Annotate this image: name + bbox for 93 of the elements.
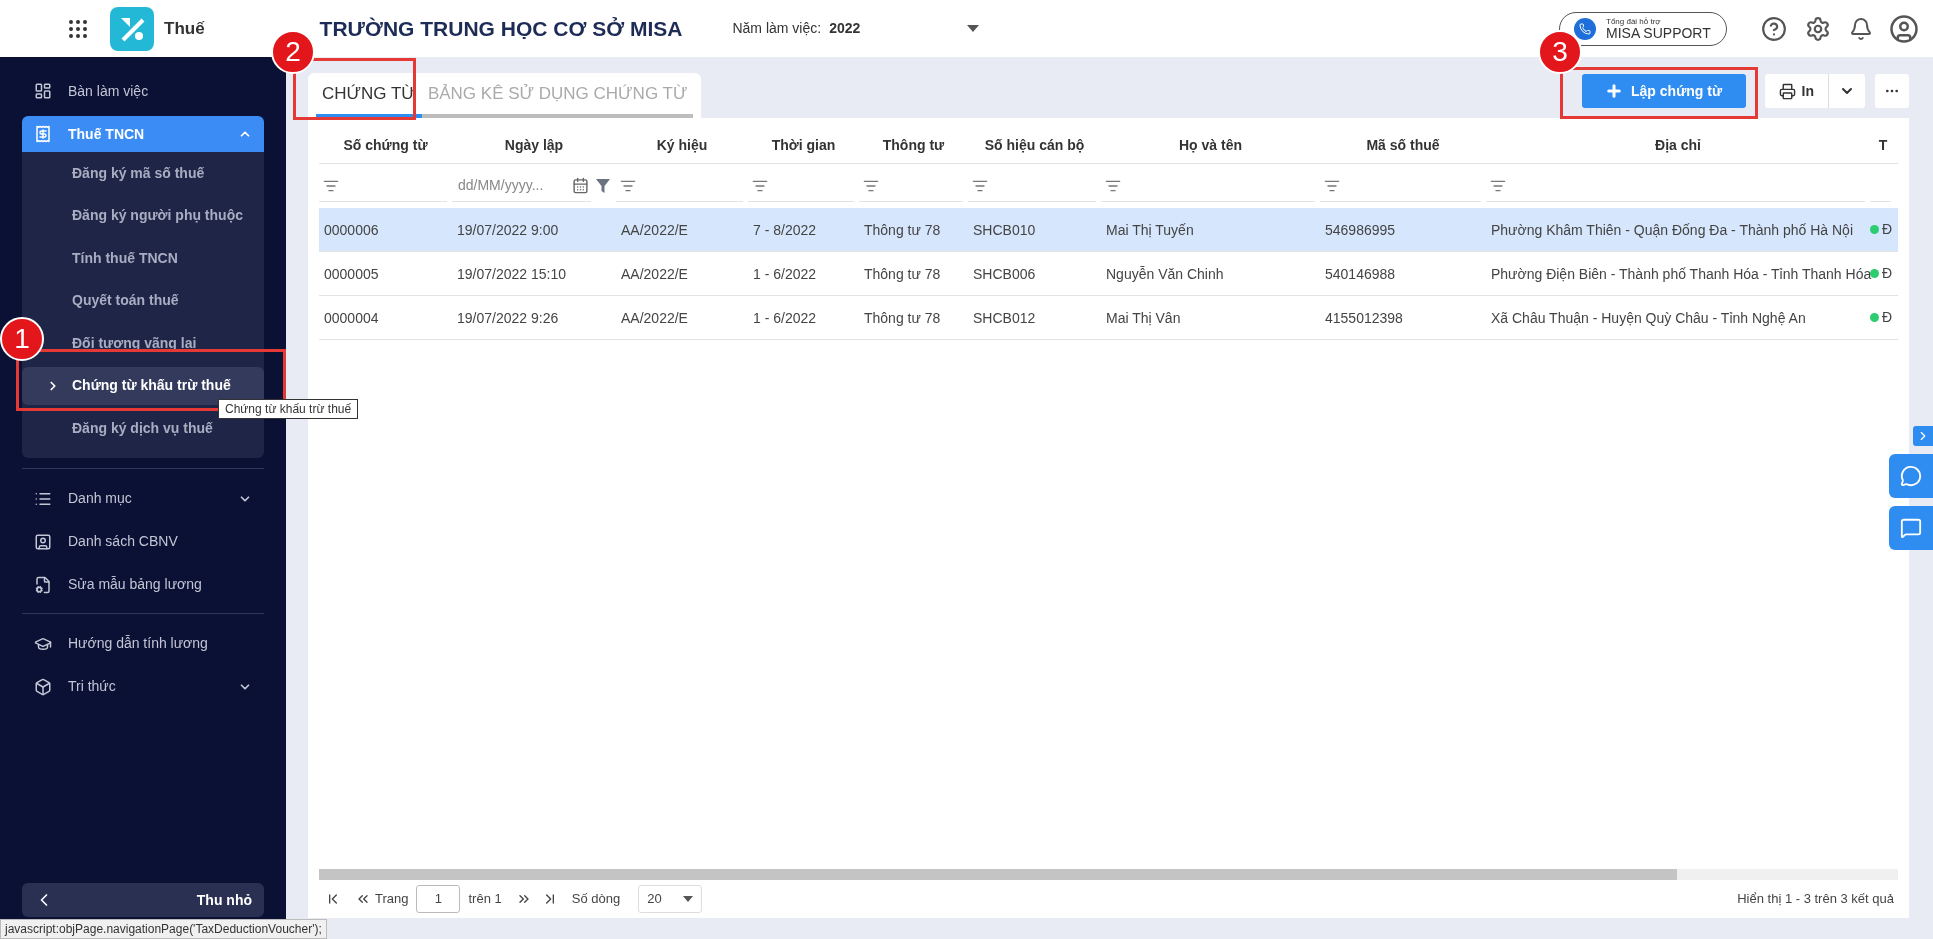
submenu-item[interactable]: Quyết toán thuế [72, 290, 179, 311]
table-cell: 0000006 [324, 221, 379, 238]
plus-icon [1605, 82, 1623, 100]
table-cell: 7 - 8/2022 [753, 221, 817, 238]
horizontal-scrollbar[interactable] [319, 869, 1898, 880]
table-cell: AA/2022/E [621, 309, 688, 326]
printer-icon [1778, 82, 1796, 100]
status-text: Đ [1882, 308, 1893, 327]
table-cell: 1 - 6/2022 [753, 309, 817, 326]
rows-label: Số dòng [571, 890, 621, 909]
user-card-icon [34, 532, 52, 551]
column-header: Số hiệu cán bộ [984, 136, 1085, 155]
table-cell: Phường Khâm Thiên - Quận Đống Đa - Thành phố Hà Nội [1491, 221, 1854, 238]
table-cell: 0000005 [324, 265, 379, 282]
tooltip: Chứng từ khấu trừ thuế [218, 399, 359, 419]
school-title: TRƯỜNG TRUNG HỌC CƠ SỞ MISA [319, 15, 683, 42]
column-header: Họ và tên [1179, 136, 1242, 155]
calendar-icon [572, 177, 589, 194]
notification-icon[interactable] [1849, 16, 1873, 41]
year-label: Năm làm việc: [732, 19, 822, 38]
sidebar-item[interactable]: Hướng dẫn tính lương [22, 625, 264, 662]
submenu-item[interactable]: Đăng ký mã số thuế [72, 162, 205, 184]
column-header: Ký hiệu [656, 136, 708, 155]
table-cell: 1 - 6/2022 [753, 265, 817, 282]
funnel-icon[interactable] [595, 177, 611, 195]
page-label: Trang [375, 890, 409, 909]
table-row[interactable]: 0000006 19/07/2022 9:00 AA/2022/E 7 - 8/2022 Thông tư 78 SHCB010 Mai Thị Tuyến 546986995 Phường Khâm Thiên - Quận Đống Đa - Thành phố Hà Nội Đ [319, 208, 1898, 252]
table-cell: Nguyễn Văn Chinh [1106, 265, 1224, 282]
table-cell: Mai Thị Vân [1106, 309, 1181, 326]
page-total: trên 1 [468, 890, 502, 909]
table-cell: SHCB006 [973, 265, 1036, 282]
table-cell: Xã Châu Thuận - Huyện Quỳ Châu - Tỉnh Nghệ An [1491, 309, 1806, 326]
submenu-item[interactable]: Đăng ký người phụ thuộc [72, 205, 243, 226]
table-cell: Thông tư 78 [864, 309, 941, 326]
column-header: Thông tư [882, 136, 945, 155]
caret-icon [967, 25, 980, 32]
table-cell: 4155012398 [1325, 309, 1403, 326]
table-row[interactable]: 0000005 19/07/2022 15:10 AA/2022/E 1 - 6/2022 Thông tư 78 SHCB006 Nguyễn Văn Chinh 540146988 Phường Điện Biên - Thành phố Thanh Hóa - Tỉnh Thanh Hóa Đ [319, 252, 1898, 296]
table-row[interactable]: 0000004 19/07/2022 9:26 AA/2022/E 1 - 6/2022 Thông tư 78 SHCB012 Mai Thị Vân 4155012398 Xã Châu Thuận - Huyện Quỳ Châu - Tỉnh Nghệ An Đ [319, 296, 1898, 340]
column-header: T [1878, 136, 1888, 155]
table-cell: 0000004 [324, 309, 379, 326]
caret-icon [683, 896, 694, 902]
date-filter-field[interactable]: dd/MM/yyyy... [452, 170, 591, 202]
status-text: Đ [1882, 220, 1893, 239]
sidebar-item[interactable]: Danh mục [22, 480, 264, 517]
table-cell: Thông tư 78 [864, 221, 941, 238]
column-header: Địa chỉ [1655, 136, 1701, 155]
feedback-button[interactable] [1889, 506, 1933, 550]
help-icon[interactable] [1761, 15, 1787, 42]
chat-icon [1900, 465, 1922, 487]
sidebar-item[interactable]: Danh sách CBNV [22, 523, 264, 560]
sidebar-item[interactable]: Tri thức [22, 668, 264, 705]
table-cell: SHCB012 [973, 309, 1036, 326]
dashboard-icon [34, 82, 52, 100]
table-cell: 546986995 [1325, 221, 1396, 238]
column-header: Số chứng từ [343, 136, 428, 155]
column-header: Ngày lập [504, 136, 564, 155]
table-cell: SHCB010 [973, 221, 1036, 238]
user-avatar-icon[interactable] [1889, 13, 1919, 44]
status-text: Đ [1882, 264, 1893, 283]
table-cell: Thông tư 78 [864, 265, 941, 282]
submenu-item[interactable]: Đăng ký dịch vụ thuế [72, 417, 213, 439]
cube-icon [34, 677, 52, 696]
table-cell: 540146988 [1325, 265, 1396, 282]
table-cell: Phường Điện Biên - Thành phố Thanh Hóa - Tỉnh Thanh Hóa [1491, 265, 1872, 282]
table-cell: 19/07/2022 15:10 [457, 265, 566, 282]
annotation-badge: 3 [1538, 30, 1582, 74]
table-cell: 19/07/2022 9:26 [457, 309, 559, 326]
settings-icon[interactable] [1805, 15, 1831, 42]
file-gear-icon [34, 575, 52, 594]
sidebar-item[interactable]: Bàn làm việc [22, 73, 264, 109]
table-cell: AA/2022/E [621, 221, 688, 238]
app-name: Thuế [164, 17, 205, 40]
column-header: Mã số thuế [1366, 136, 1440, 155]
table-cell: 19/07/2022 9:00 [457, 221, 559, 238]
page-input[interactable]: 1 [416, 885, 461, 913]
collapse-button[interactable]: Thu nhỏ [22, 883, 264, 917]
result-summary: Hiển thị 1 - 3 trên 3 kết quả [1737, 890, 1894, 909]
table-cell: Mai Thị Tuyến [1106, 221, 1194, 238]
submenu-item[interactable]: Tính thuế TNCN [72, 247, 178, 269]
receipt-icon [34, 125, 52, 143]
phone-icon [1574, 17, 1596, 40]
status-url: javascript:objPage.navigationPage('TaxDeductionVoucher'); [0, 919, 327, 939]
logo-icon [110, 6, 154, 51]
column-header: Thời gian [771, 136, 836, 155]
chat-button[interactable] [1889, 454, 1933, 498]
sidebar-item[interactable]: Sửa mẫu bảng lương [22, 566, 264, 603]
expand-panel-button[interactable] [1913, 426, 1933, 446]
feedback-icon [1900, 517, 1922, 539]
table-cell: AA/2022/E [621, 265, 688, 282]
submenu-item[interactable]: Chứng từ khấu trừ thuế [22, 366, 264, 405]
rows-per-page-dropdown[interactable]: 20 [638, 885, 703, 913]
year-dropdown[interactable]: 2022 [829, 18, 980, 39]
